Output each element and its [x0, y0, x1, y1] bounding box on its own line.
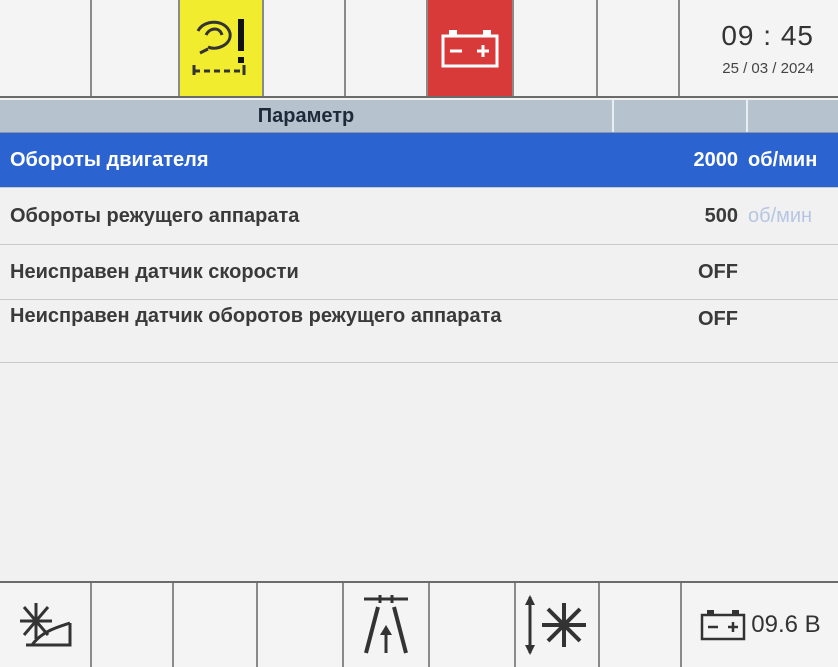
function-button-6[interactable]: [430, 583, 516, 667]
table-header: Параметр: [0, 100, 838, 133]
table-row[interactable]: Неисправен датчик оборотов режущего аппа…: [0, 300, 838, 363]
clock-panel: 09 : 45 25 / 03 / 2024: [680, 0, 838, 96]
clock-date: 25 / 03 / 2024: [722, 59, 814, 77]
battery-icon: [701, 610, 746, 641]
status-slot-battery-warning[interactable]: [428, 0, 514, 96]
row-unit: об/мин: [748, 204, 813, 227]
row-name: Неисправен датчик оборотов режущего аппа…: [10, 305, 502, 327]
status-slot-5: [346, 0, 428, 96]
function-button-7[interactable]: [516, 583, 600, 667]
reel-up-down-icon: [525, 595, 586, 655]
row-value: 500: [704, 204, 738, 227]
clock-time: 09 : 45: [721, 19, 814, 51]
status-slot-1: [0, 0, 92, 96]
function-button-8[interactable]: [600, 583, 682, 667]
row-unit: об/мин: [748, 148, 818, 171]
status-slot-oil-warning[interactable]: [180, 0, 264, 96]
column-header-value: [612, 100, 746, 132]
function-button-4[interactable]: [258, 583, 344, 667]
header-lift-icon: [364, 595, 408, 654]
bottom-function-bar: 09.6 В: [0, 581, 838, 667]
row-value: OFF: [698, 260, 738, 283]
battery-warning-icon: [441, 30, 499, 68]
battery-voltage-panel: 09.6 В: [682, 583, 838, 667]
status-slot-2: [92, 0, 180, 96]
status-slot-8: [598, 0, 680, 96]
battery-voltage: 09.6 В: [751, 611, 821, 638]
function-button-3[interactable]: [174, 583, 258, 667]
status-slot-7: [514, 0, 598, 96]
table-row[interactable]: Неисправен датчик скорости OFF: [0, 245, 838, 300]
row-name: Неисправен датчик скорости: [10, 260, 299, 283]
row-name: Обороты режущего аппарата: [10, 204, 300, 227]
fan-angle-icon: [20, 603, 72, 647]
column-header-parameter: Параметр: [257, 105, 355, 127]
row-name: Обороты двигателя: [10, 148, 209, 171]
parameter-table: Параметр Обороты двигателя 2000 об/мин О…: [0, 100, 838, 363]
table-row[interactable]: Обороты двигателя 2000 об/мин: [0, 133, 838, 188]
function-button-1[interactable]: [0, 583, 92, 667]
table-row[interactable]: Обороты режущего аппарата 500 об/мин: [0, 188, 838, 245]
column-header-unit: [746, 100, 838, 132]
top-status-bar: 09 : 45 25 / 03 / 2024: [0, 0, 838, 98]
row-value: OFF: [698, 308, 738, 330]
function-button-2[interactable]: [92, 583, 174, 667]
status-slot-4: [264, 0, 346, 96]
function-button-5[interactable]: [344, 583, 430, 667]
oil-pressure-warning-icon: [192, 19, 246, 75]
row-value: 2000: [693, 148, 739, 171]
